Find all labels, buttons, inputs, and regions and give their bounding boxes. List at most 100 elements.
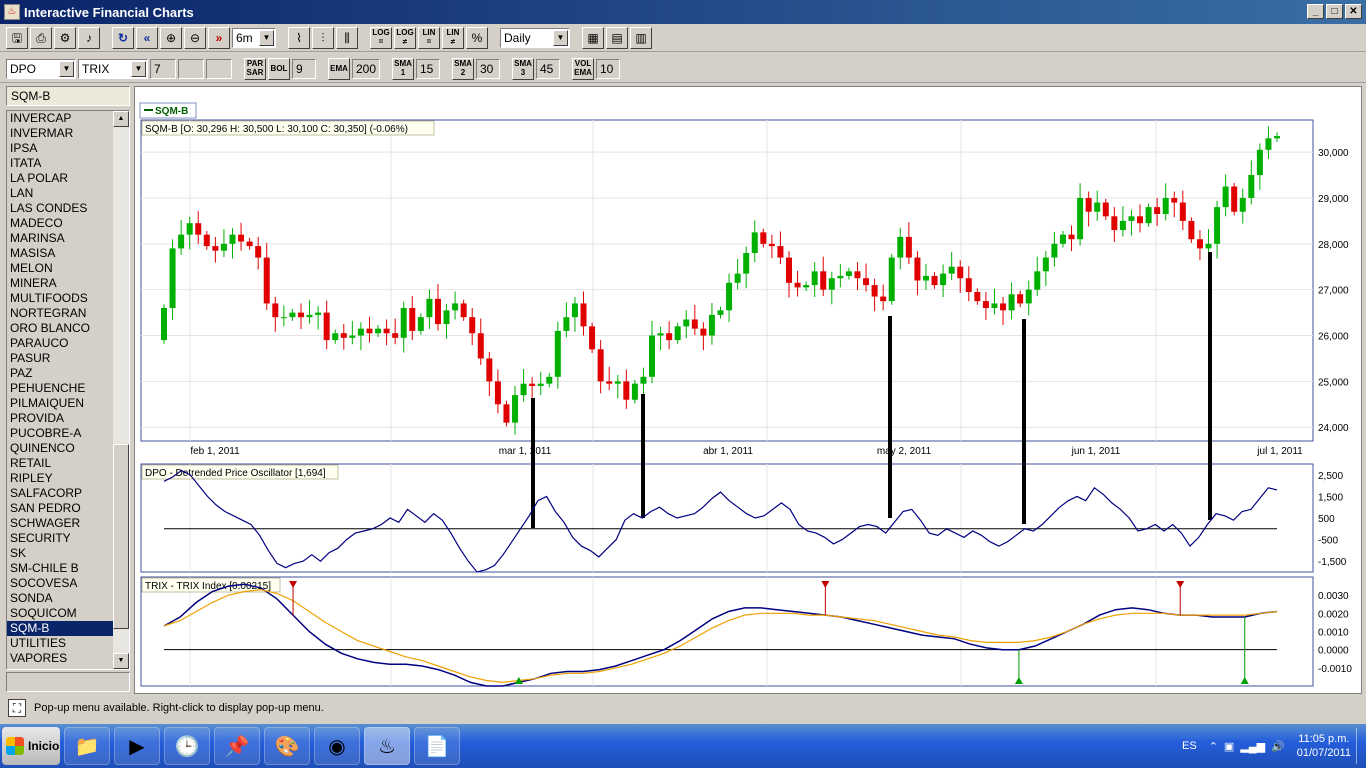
settings-icon[interactable]: ⚙: [54, 26, 76, 49]
symbol-list-item[interactable]: QUINENCO: [7, 441, 129, 456]
scroll-down-icon[interactable]: ▼: [113, 653, 129, 669]
start-button[interactable]: Inicio: [2, 727, 60, 765]
symbol-list-item[interactable]: SQM-B: [7, 621, 129, 636]
param3-field[interactable]: [206, 58, 232, 79]
sma2-field[interactable]: 30: [476, 58, 500, 79]
rewind-icon[interactable]: «: [136, 26, 158, 49]
chevron-down-icon[interactable]: ▼: [259, 29, 274, 46]
symbol-list-item[interactable]: MINERA: [7, 276, 129, 291]
maximize-button[interactable]: □: [1326, 4, 1343, 19]
symbol-list-item[interactable]: SONDA: [7, 591, 129, 606]
refresh-icon[interactable]: ↻: [112, 26, 134, 49]
symbol-list-item[interactable]: LA POLAR: [7, 171, 129, 186]
lin-notequal-button[interactable]: LIN ≠: [442, 26, 464, 49]
candle-chart-icon[interactable]: ⫼: [336, 26, 358, 49]
ema-button[interactable]: EMA: [328, 57, 350, 80]
symbol-list-item[interactable]: VAPORES: [7, 651, 129, 666]
signal-icon[interactable]: ▂▄▆: [1240, 740, 1265, 753]
pdf-app-icon[interactable]: 📄: [414, 727, 460, 765]
symbol-list-item[interactable]: RIPLEY: [7, 471, 129, 486]
chevron-down-icon[interactable]: ▼: [131, 60, 146, 77]
symbol-list-item[interactable]: NORTEGRAN: [7, 306, 129, 321]
colors-icon[interactable]: ▦: [582, 26, 604, 49]
chevron-down-icon[interactable]: ▼: [59, 60, 74, 77]
symbol-list-item[interactable]: MULTIFOODS: [7, 291, 129, 306]
symbol-list-item[interactable]: ITATA: [7, 156, 129, 171]
symbol-list-item[interactable]: PAZ: [7, 366, 129, 381]
parabolic-sar-button[interactable]: PAR SAR: [244, 57, 266, 80]
param2-field[interactable]: [178, 58, 204, 79]
symbol-list-item[interactable]: IPSA: [7, 141, 129, 156]
log-notequal-button[interactable]: LOG ≠: [394, 26, 416, 49]
symbol-list-item[interactable]: PEHUENCHE: [7, 381, 129, 396]
bollinger-field[interactable]: 9: [292, 58, 316, 79]
sound-icon[interactable]: ♪: [78, 26, 100, 49]
sma1-field[interactable]: 15: [416, 58, 440, 79]
volume-ema-button[interactable]: VOL EMA: [572, 57, 594, 80]
symbol-list-item[interactable]: MASISA: [7, 246, 129, 261]
lin-equal-button[interactable]: LIN =: [418, 26, 440, 49]
symbol-list-item[interactable]: MARINSA: [7, 231, 129, 246]
chart-window-icon[interactable]: ▤: [606, 26, 628, 49]
sma2-button[interactable]: SMA 2: [452, 57, 474, 80]
language-indicator[interactable]: ES: [1182, 740, 1197, 752]
minimize-button[interactable]: _: [1307, 4, 1324, 19]
tray-expand-icon[interactable]: ⌃: [1209, 740, 1218, 753]
volume-ema-field[interactable]: 10: [596, 58, 620, 79]
volume-icon[interactable]: 🔊: [1271, 740, 1285, 753]
chart-area[interactable]: SQM-B 30,000 29,000 28,000 27,000 26,000 25,00…: [134, 86, 1362, 694]
symbol-list-item[interactable]: SOQUICOM: [7, 606, 129, 621]
symbol-list-item[interactable]: PUCOBRE-A: [7, 426, 129, 441]
indicator1-select[interactable]: DPO ▼: [6, 58, 76, 79]
sma1-button[interactable]: SMA 1: [392, 57, 414, 80]
explorer-app-icon[interactable]: 📁: [64, 727, 110, 765]
symbol-scrollbar[interactable]: ▲ ▼: [113, 111, 129, 669]
symbol-list-item[interactable]: PILMAIQUEN: [7, 396, 129, 411]
symbol-list-item[interactable]: INVERCAP: [7, 111, 129, 126]
symbol-list-item[interactable]: MADECO: [7, 216, 129, 231]
symbol-list-item[interactable]: SK: [7, 546, 129, 561]
show-desktop-button[interactable]: [1356, 728, 1366, 764]
scroll-up-icon[interactable]: ▲: [113, 111, 129, 127]
symbol-list-item[interactable]: PROVIDA: [7, 411, 129, 426]
close-button[interactable]: ✕: [1345, 4, 1362, 19]
scroll-thumb[interactable]: [113, 444, 129, 629]
grid-window-icon[interactable]: ▥: [630, 26, 652, 49]
sma3-button[interactable]: SMA 3: [512, 57, 534, 80]
period-select[interactable]: 6m ▼: [232, 27, 276, 48]
percent-button[interactable]: %: [466, 26, 488, 49]
chart-canvas[interactable]: SQM-B 30,000 29,000 28,000 27,000 26,000 25,00…: [135, 87, 1361, 693]
symbol-list-item[interactable]: MELON: [7, 261, 129, 276]
symbol-list-item[interactable]: LAN: [7, 186, 129, 201]
symbol-list[interactable]: INVERCAP INVERMAR IPSA ITATA LA POLAR LAN LAS …: [6, 110, 130, 670]
pin-app-icon[interactable]: 📌: [214, 727, 260, 765]
zoom-out-icon[interactable]: ⊖: [184, 26, 206, 49]
network-icon[interactable]: ▣: [1224, 740, 1234, 753]
chrome-app-icon[interactable]: ◉: [314, 727, 360, 765]
symbol-list-item[interactable]: PARAUCO: [7, 336, 129, 351]
symbol-list-item[interactable]: SOCOVESA: [7, 576, 129, 591]
symbol-list-item[interactable]: SALFACORP: [7, 486, 129, 501]
print-icon[interactable]: ⎙: [30, 26, 52, 49]
media-player-app-icon[interactable]: ▶: [114, 727, 160, 765]
bar-chart-icon[interactable]: ⫶: [312, 26, 334, 49]
log-equal-button[interactable]: LOG =: [370, 26, 392, 49]
symbol-list-item[interactable]: RETAIL: [7, 456, 129, 471]
java-app-icon[interactable]: ♨: [364, 727, 410, 765]
symbol-list-item[interactable]: SCHWAGER: [7, 516, 129, 531]
symbol-list-item[interactable]: INVERMAR: [7, 126, 129, 141]
symbol-list-item[interactable]: PASUR: [7, 351, 129, 366]
symbol-header[interactable]: SQM-B: [6, 86, 130, 106]
sma3-field[interactable]: 45: [536, 58, 560, 79]
bollinger-button[interactable]: BOL: [268, 57, 290, 80]
save-icon[interactable]: 🖫: [6, 26, 28, 49]
symbol-list-item[interactable]: ORO BLANCO: [7, 321, 129, 336]
zoom-in-icon[interactable]: ⊕: [160, 26, 182, 49]
symbol-list-item[interactable]: SECURITY: [7, 531, 129, 546]
forward-icon[interactable]: »: [208, 26, 230, 49]
symbol-list-item[interactable]: UTILITIES: [7, 636, 129, 651]
ema-field[interactable]: 200: [352, 58, 380, 79]
chevron-down-icon[interactable]: ▼: [553, 29, 568, 46]
line-chart-icon[interactable]: ⌇: [288, 26, 310, 49]
symbol-list-item[interactable]: LAS CONDES: [7, 201, 129, 216]
